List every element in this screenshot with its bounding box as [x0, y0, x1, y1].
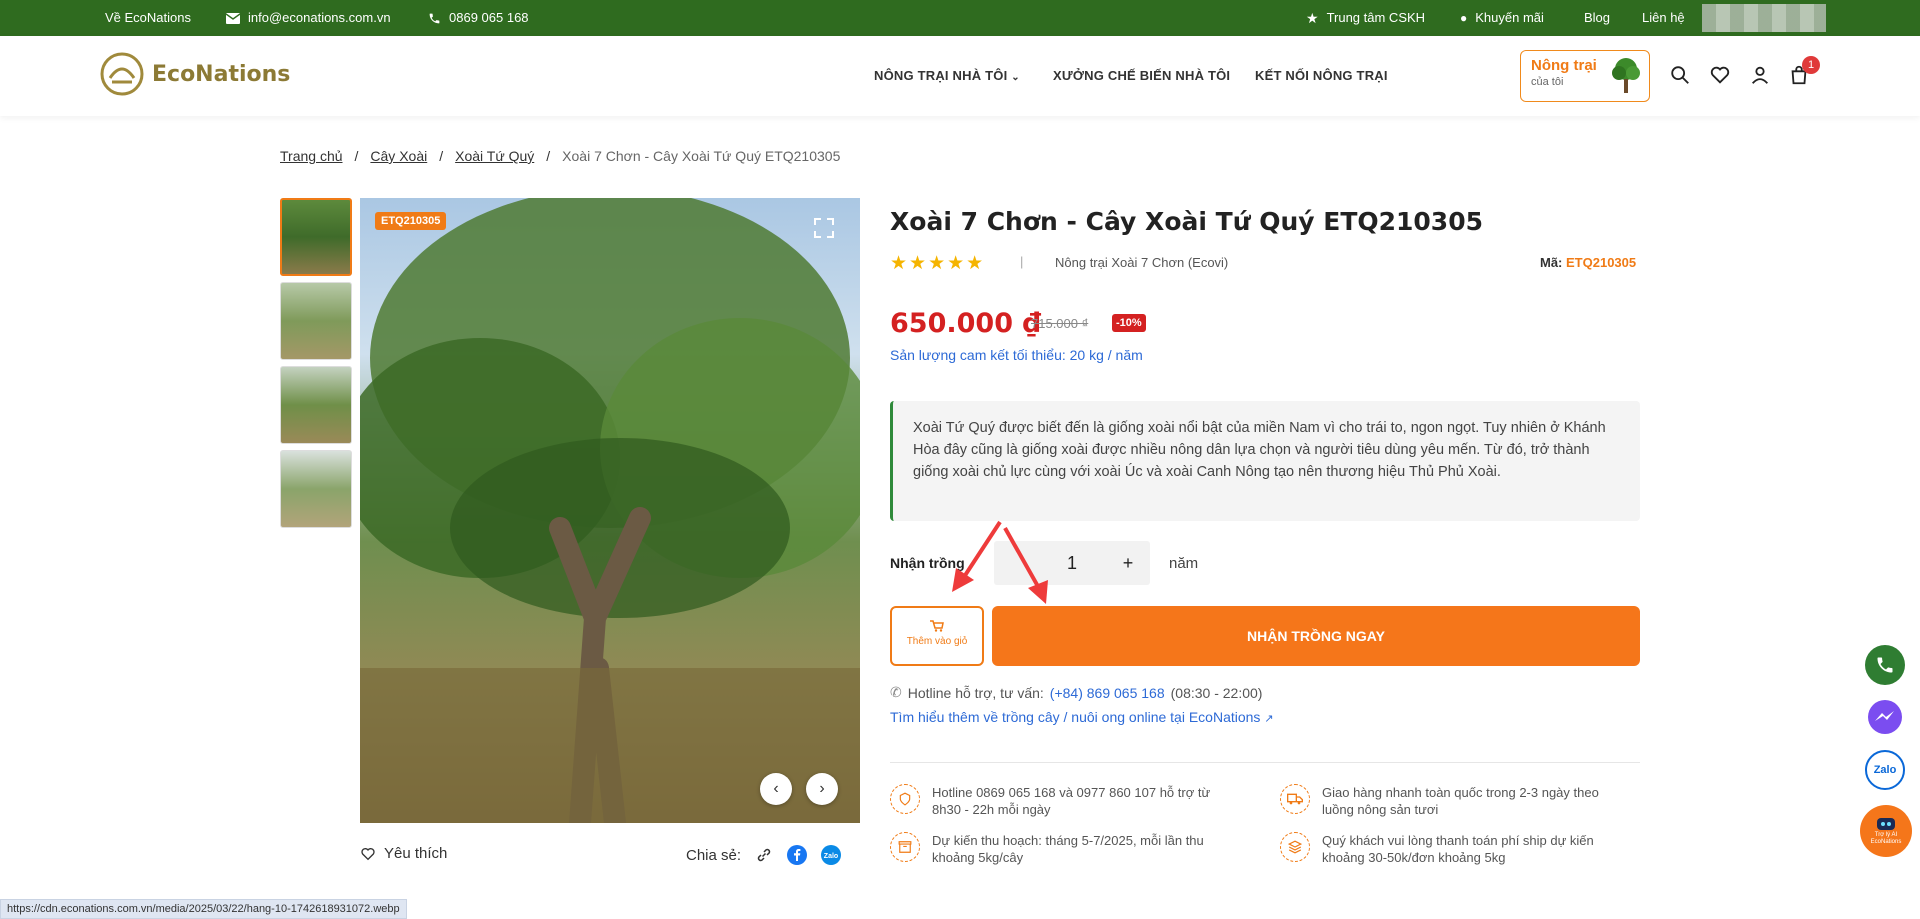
truck-icon [1280, 784, 1310, 814]
phone-icon: ✆ [890, 684, 902, 700]
plant-now-button[interactable]: NHẬN TRỒNG NGAY [992, 606, 1640, 666]
zalo-icon: Zalo [1873, 764, 1897, 776]
external-link-icon: ↗ [1264, 713, 1274, 725]
breadcrumb-mango-tree[interactable]: Cây Xoài [370, 148, 427, 164]
messenger-icon [1868, 700, 1902, 734]
language-selector[interactable] [1702, 4, 1826, 32]
star-icon: ★ [1306, 10, 1319, 26]
learn-more-link[interactable]: Tìm hiểu thêm về trồng cây / nuôi ong on… [890, 709, 1274, 725]
link-icon[interactable] [755, 846, 773, 864]
feature-harvest: Dự kiến thu hoạch: tháng 5-7/2025, mỗi l… [890, 832, 1230, 866]
thumbnail-2[interactable] [280, 282, 352, 360]
quantity-unit: năm [1169, 555, 1199, 572]
breadcrumb: Trang chủ / Cây Xoài / Xoài Tứ Quý / Xoà… [280, 148, 840, 164]
breadcrumb-home[interactable]: Trang chủ [280, 148, 343, 164]
logo-emblem-icon [100, 52, 144, 96]
feature-hotline: Hotline 0869 065 168 và 0977 860 107 hỗ … [890, 784, 1230, 818]
promotion-link[interactable]: ● Khuyến mãi [1460, 0, 1544, 36]
nav-my-farm[interactable]: NÔNG TRẠI NHÀ TÔI ⌄ [874, 68, 1020, 83]
search-icon[interactable] [1669, 64, 1691, 86]
section-divider [890, 762, 1640, 763]
contact-link[interactable]: Liên hệ [1642, 0, 1685, 36]
discount-badge: -10% [1112, 314, 1146, 332]
messenger-floating-button[interactable] [1865, 697, 1905, 737]
share-bar: Chia sẻ: Zalo [686, 845, 842, 865]
heart-icon [361, 847, 375, 860]
old-price: 715.000 ₫ [1031, 316, 1089, 331]
star-icon: ★★★★★ [890, 253, 986, 274]
phone-link[interactable]: 0869 065 168 [428, 0, 529, 36]
mango-tree-photo [360, 198, 860, 823]
blog-link[interactable]: Blog [1584, 0, 1610, 36]
breadcrumb-separator: / [546, 148, 551, 164]
top-bar: Về EcoNations info@econations.com.vn 086… [0, 0, 1920, 36]
current-price: 650.000 ₫ [890, 308, 1042, 339]
thumbnail-4[interactable] [280, 450, 352, 528]
tree-icon [1612, 58, 1640, 93]
mail-icon [226, 12, 240, 24]
thumbnail-list [280, 198, 354, 534]
breadcrumb-separator: / [354, 148, 359, 164]
phone-icon [1877, 657, 1893, 673]
facebook-icon[interactable] [787, 845, 808, 865]
product-title: Xoài 7 Chơn - Cây Xoài Tứ Quý ETQ210305 [890, 207, 1483, 236]
divider: | [1020, 254, 1024, 269]
rating-stars: ★★★★★ [890, 252, 985, 275]
thumbnail-3[interactable] [280, 366, 352, 444]
browser-status-bar: https://cdn.econations.com.vn/media/2025… [0, 899, 407, 919]
farm-name-link[interactable]: Nông trại Xoài 7 Chơn (Ecovi) [1055, 255, 1228, 270]
cart-count-badge: 1 [1802, 56, 1820, 74]
hotline-number-link[interactable]: (+84) 869 065 168 [1050, 685, 1165, 701]
fire-icon: ● [1460, 11, 1468, 25]
call-floating-button[interactable] [1865, 645, 1905, 685]
breadcrumb-separator: / [439, 148, 444, 164]
nav-my-workshop[interactable]: XƯỞNG CHẾ BIẾN NHÀ TÔI [1053, 68, 1230, 83]
box-icon [890, 832, 920, 862]
breadcrumb-tu-quy-mango[interactable]: Xoài Tứ Quý [455, 148, 534, 164]
product-sku: Mã: ETQ210305 [1540, 255, 1637, 270]
zalo-floating-button[interactable]: Zalo [1865, 750, 1905, 790]
phone-icon [429, 13, 440, 23]
heart-icon[interactable] [1709, 64, 1731, 86]
svg-text:Zalo: Zalo [824, 853, 838, 860]
feature-shipping: Giao hàng nhanh toàn quốc trong 2-3 ngày… [1280, 784, 1620, 818]
product-code-tag: ETQ210305 [375, 212, 447, 230]
increase-button[interactable]: + [1106, 541, 1150, 585]
add-to-cart-button[interactable]: Thêm vào giỏ [890, 606, 984, 666]
site-header: EcoNations NÔNG TRẠI NHÀ TÔI ⌄ XƯỞNG CHẾ… [0, 36, 1920, 116]
annotation-arrow [952, 520, 1048, 604]
about-link[interactable]: Về EcoNations [105, 0, 191, 36]
chevron-down-icon: ⌄ [1011, 72, 1020, 83]
my-farm-button[interactable]: Nông trại của tôi [1520, 50, 1650, 102]
nav-farm-connect[interactable]: KẾT NỐI NÔNG TRẠI [1255, 68, 1388, 83]
feature-shipping-fee: Quý khách vui lòng thanh toán phí ship d… [1280, 832, 1620, 866]
cart-icon [930, 620, 944, 632]
ai-assistant-button[interactable]: Trợ lý AI EcoNations [1860, 805, 1912, 857]
product-description: Xoài Tứ Quý được biết đến là giống xoài … [890, 401, 1640, 521]
prev-image-button[interactable]: ‹ [760, 773, 792, 805]
chevron-left-icon: ‹ [773, 780, 779, 797]
layers-icon [1280, 832, 1310, 862]
chevron-right-icon: › [819, 780, 825, 797]
robot-icon [1877, 818, 1895, 830]
zalo-icon[interactable]: Zalo [821, 845, 842, 865]
yield-commitment: Sản lượng cam kết tối thiểu: 20 kg / năm [890, 347, 1143, 363]
user-icon[interactable] [1749, 64, 1771, 86]
favorite-button[interactable]: Yêu thích [360, 845, 447, 862]
support-center-link[interactable]: ★ Trung tâm CSKH [1306, 0, 1425, 36]
product-main-image[interactable]: ETQ210305 ‹ › [360, 198, 860, 823]
shield-icon [890, 784, 920, 814]
breadcrumb-current: Xoài 7 Chơn - Cây Xoài Tứ Quý ETQ210305 [562, 148, 841, 164]
thumbnail-1[interactable] [280, 198, 352, 276]
next-image-button[interactable]: › [806, 773, 838, 805]
email-link[interactable]: info@econations.com.vn [226, 0, 391, 36]
logo[interactable]: EcoNations [100, 52, 290, 96]
fullscreen-icon[interactable] [814, 218, 834, 238]
support-hotline: ✆ Hotline hỗ trợ, tư vấn: (+84) 869 065 … [890, 684, 1263, 701]
